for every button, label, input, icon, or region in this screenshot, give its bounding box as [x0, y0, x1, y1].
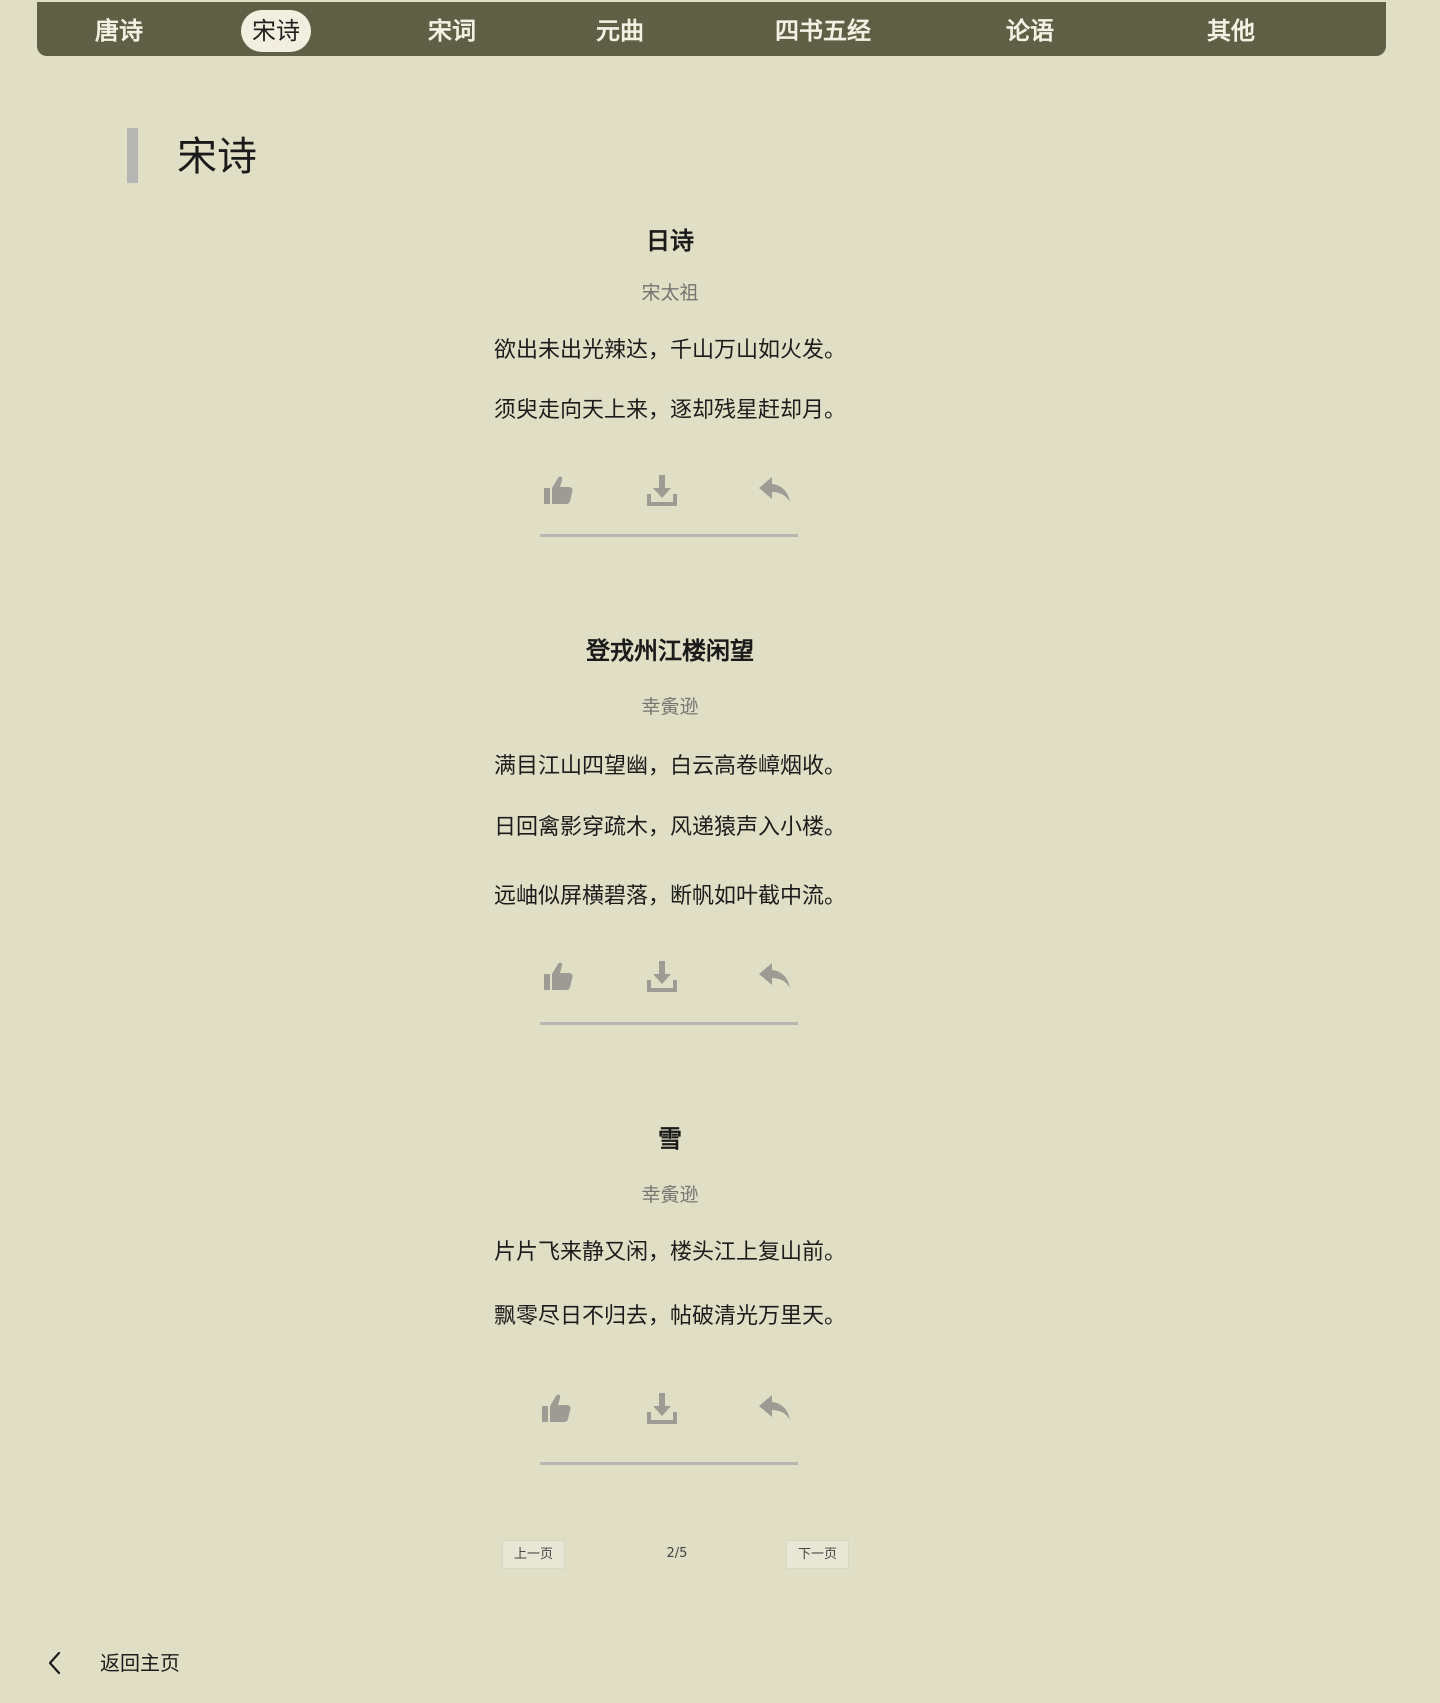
- nav-tab-song-ci[interactable]: 宋词: [428, 10, 476, 52]
- prev-page-button[interactable]: 上一页: [502, 1540, 566, 1569]
- poem-line: 须臾走向天上来，逐却残星赶却月。: [493, 398, 846, 423]
- thumbs-up-icon[interactable]: [540, 958, 576, 994]
- download-icon[interactable]: [644, 1390, 680, 1426]
- share-reply-icon[interactable]: [756, 1390, 792, 1426]
- next-page-button[interactable]: 下一页: [786, 1540, 850, 1569]
- thumbs-up-icon[interactable]: [538, 1390, 574, 1426]
- poem-line: 片片飞来静又闲，楼头江上复山前。: [493, 1240, 846, 1265]
- poem-author: 宋太祖: [641, 282, 699, 304]
- poem-line: 满目江山四望幽，白云高卷嶂烟收。: [493, 754, 846, 779]
- section-title: 宋诗: [177, 134, 257, 180]
- poem-divider: [540, 534, 798, 537]
- poem-actions: [540, 1390, 798, 1438]
- poem-author: 幸夤逊: [641, 696, 699, 718]
- nav-tab-other[interactable]: 其他: [1207, 10, 1255, 52]
- page-indicator: 2/5: [666, 1546, 688, 1561]
- poem-actions: [540, 472, 798, 520]
- thumbs-up-icon[interactable]: [540, 472, 576, 508]
- download-icon[interactable]: [644, 958, 680, 994]
- nav-tab-four-books-five-classics[interactable]: 四书五经: [775, 10, 871, 52]
- back-home-label: 返回主页: [100, 1651, 180, 1675]
- poem-line: 飘零尽日不归去，帖破清光万里天。: [493, 1304, 846, 1329]
- poem-card: 登戎州江楼闲望 幸夤逊 满目江山四望幽，白云高卷嶂烟收。 日回禽影穿疏木，风递猿…: [440, 634, 900, 912]
- chevron-left-icon: [44, 1649, 68, 1677]
- poem-line: 日回禽影穿疏木，风递猿声入小楼。: [493, 815, 846, 840]
- share-reply-icon[interactable]: [756, 472, 792, 508]
- download-icon[interactable]: [644, 472, 680, 508]
- poem-divider: [540, 1022, 798, 1025]
- poem-card: 日诗 宋太祖 欲出未出光辣达，千山万山如火发。 须臾走向天上来，逐却残星赶却月。: [440, 224, 900, 426]
- poem-title: 登戎州江楼闲望: [586, 637, 754, 665]
- poem-line: 欲出未出光辣达，千山万山如火发。: [493, 338, 846, 363]
- poem-card: 雪 幸夤逊 片片飞来静又闲，楼头江上复山前。 飘零尽日不归去，帖破清光万里天。: [440, 1122, 900, 1332]
- nav-tab-tang-poems[interactable]: 唐诗: [95, 10, 143, 52]
- nav-tab-yuan-qu[interactable]: 元曲: [596, 10, 644, 52]
- share-reply-icon[interactable]: [756, 958, 792, 994]
- poem-author: 幸夤逊: [641, 1184, 699, 1206]
- poem-actions: [540, 958, 798, 1006]
- poem-title: 日诗: [646, 227, 694, 255]
- nav-tab-analects[interactable]: 论语: [1006, 10, 1054, 52]
- poem-title: 雪: [658, 1125, 682, 1153]
- poem-line: 远岫似屏横碧落，断帆如叶截中流。: [493, 884, 846, 909]
- top-nav: 唐诗 宋诗 宋词 元曲 四书五经 论语 其他: [37, 2, 1386, 56]
- section-accent-bar: [127, 128, 138, 183]
- poem-divider: [540, 1462, 798, 1465]
- nav-tab-song-poems[interactable]: 宋诗: [241, 10, 311, 52]
